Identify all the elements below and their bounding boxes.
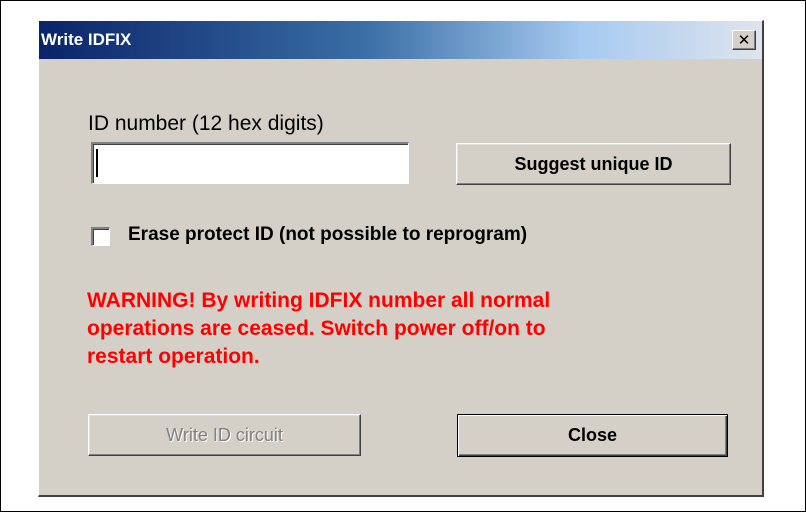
- erase-protect-label[interactable]: Erase protect ID (not possible to reprog…: [128, 224, 527, 246]
- close-icon: ✕: [737, 31, 751, 49]
- write-id-circuit-button[interactable]: Write ID circuit: [88, 414, 361, 456]
- id-number-label: ID number (12 hex digits): [88, 112, 324, 135]
- warning-message: WARNING! By writing IDFIX number all nor…: [87, 287, 747, 371]
- title-close-button[interactable]: ✕: [732, 30, 756, 50]
- suggest-button-label: Suggest unique ID: [514, 153, 673, 174]
- text-caret: [96, 149, 98, 177]
- warning-line-2: operations are ceased. Switch power off/…: [87, 317, 546, 340]
- warning-line-1: WARNING! By writing IDFIX number all nor…: [87, 289, 551, 312]
- write-button-label: Write ID circuit: [166, 424, 283, 445]
- close-button[interactable]: Close: [457, 414, 728, 457]
- window-title: Write IDFIX: [41, 30, 132, 49]
- title-bar[interactable]: Write IDFIX ✕: [39, 21, 762, 59]
- erase-protect-checkbox[interactable]: [91, 227, 110, 246]
- close-button-label: Close: [567, 425, 618, 445]
- suggest-unique-id-button[interactable]: Suggest unique ID: [456, 143, 731, 185]
- id-number-input[interactable]: [91, 142, 409, 184]
- write-idfix-dialog: Write IDFIX ✕ ID number (12 hex digits) …: [38, 20, 764, 497]
- warning-line-3: restart operation.: [87, 345, 260, 368]
